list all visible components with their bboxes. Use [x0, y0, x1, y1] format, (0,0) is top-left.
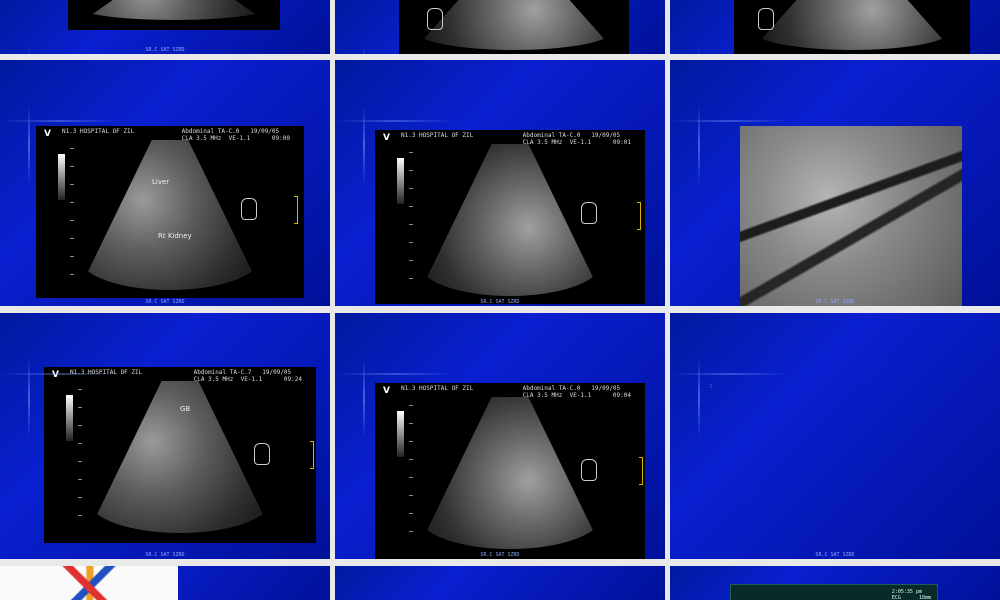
- ultrasound-image: [399, 0, 629, 54]
- kidney-label: Rt Kidney: [158, 232, 192, 240]
- focus-marker: [310, 441, 314, 469]
- scan-parameters: Abdominal TA-C.0 19/09/05 CLA 3.5 MHz VE…: [522, 385, 631, 399]
- slide-thumbnail[interactable]: 2:05:35 pm ECG 18mm: [670, 566, 1000, 600]
- ecg-readout: 2:05:35 pm ECG 18mm: [891, 589, 931, 600]
- ultrasound-image: [68, 0, 280, 30]
- slide-marker: ⁝: [710, 383, 712, 390]
- depth-scale: [409, 152, 413, 292]
- depth-scale: [409, 405, 413, 545]
- slide-thumbnail[interactable]: V N1.3 HOSPITAL OF ZIL Abdominal TA-C.0 …: [335, 60, 665, 306]
- ultrasound-fan: [418, 144, 602, 296]
- slide-caption: SR.C SAT SZRD: [815, 299, 855, 305]
- hospital-header: N1.3 HOSPITAL OF ZIL: [62, 128, 135, 135]
- slide-thumbnail-grid: SR.C SAT SZRD V N1.3 HOSPITAL OF ZIL Abd…: [0, 0, 1000, 600]
- body-marker-icon: [581, 459, 597, 481]
- anatomy-diagram: [0, 566, 178, 600]
- grayscale-bar: [397, 411, 404, 457]
- body-marker-icon: [581, 202, 597, 224]
- slide-caption: SR.C SAT SZRD: [815, 552, 855, 558]
- body-marker-icon: [254, 443, 270, 465]
- slide-caption: SR.C SAT SZRD: [145, 299, 185, 305]
- ultrasound-liver-image: [740, 126, 962, 306]
- focus-marker: [637, 202, 641, 230]
- ecg-screen: 2:05:35 pm ECG 18mm: [730, 584, 938, 600]
- depth-scale: [70, 148, 74, 288]
- hospital-header: N1.3 HOSPITAL OF ZIL: [401, 132, 474, 139]
- slide-caption: SR.C SAT SZRD: [145, 552, 185, 558]
- scan-parameters: Abdominal TA-C.0 19/09/05 CLA 3.5 MHz VE…: [522, 132, 631, 146]
- slide-caption: SR.C SAT SZRD: [480, 299, 520, 305]
- slide-thumbnail[interactable]: V N1.3 HOSPITAL OF ZIL Abdominal TA-C.0 …: [0, 60, 330, 306]
- v-mark: V: [44, 129, 51, 139]
- slide-thumbnail[interactable]: SR.C SAT SZRD: [670, 60, 1000, 306]
- slide-thumbnail[interactable]: [670, 0, 1000, 54]
- v-mark: V: [52, 370, 59, 380]
- depth-scale: [78, 389, 82, 529]
- body-marker-icon: [241, 198, 257, 220]
- slide-thumbnail[interactable]: [335, 566, 665, 600]
- v-mark: V: [383, 386, 390, 396]
- focus-marker: [294, 196, 298, 224]
- ultrasound-fan: [414, 0, 614, 50]
- slide-thumbnail[interactable]: SR.C SAT SZRD: [0, 0, 330, 54]
- hospital-header: N1.3 HOSPITAL OF ZIL: [70, 369, 143, 376]
- grayscale-bar: [397, 158, 404, 204]
- gallbladder-label: GB: [180, 405, 191, 413]
- ultrasound-image: V N1.3 HOSPITAL OF ZIL Abdominal TA-C.0 …: [36, 126, 304, 298]
- ultrasound-image: V N1.3 HOSPITAL OF ZIL Abdominal TA-C.7 …: [44, 367, 316, 543]
- ultrasound-fan: [752, 0, 952, 50]
- slide-thumbnail[interactable]: V N1.3 HOSPITAL OF ZIL Abdominal TA-C.7 …: [0, 313, 330, 559]
- blank-slide: [670, 313, 1000, 559]
- ultrasound-fan: [84, 0, 264, 20]
- liver-label: Liver: [152, 178, 170, 186]
- ultrasound-fan: [88, 381, 272, 533]
- ultrasound-fan: [418, 397, 602, 549]
- ultrasound-fan: [79, 140, 261, 290]
- ultrasound-image: V N1.3 HOSPITAL OF ZIL Abdominal TA-C.0 …: [375, 130, 645, 304]
- ultrasound-image: V N1.3 HOSPITAL OF ZIL Abdominal TA-C.0 …: [375, 383, 645, 559]
- body-marker-icon: [427, 8, 443, 30]
- grayscale-bar: [58, 154, 65, 200]
- slide-caption: SR.C SAT SZRD: [480, 552, 520, 558]
- slide-thumbnail[interactable]: [335, 0, 665, 54]
- slide-thumbnail[interactable]: V N1.3 HOSPITAL OF ZIL Abdominal TA-C.0 …: [335, 313, 665, 559]
- grayscale-bar: [66, 395, 73, 441]
- ultrasound-image: [734, 0, 970, 54]
- scan-parameters: Abdominal TA-C.7 19/09/05 CLA 3.5 MHz VE…: [193, 369, 302, 383]
- slide-thumbnail[interactable]: [0, 566, 330, 600]
- slide-thumbnail[interactable]: ⁝ SR.C SAT SZRD: [670, 313, 1000, 559]
- hospital-header: N1.3 HOSPITAL OF ZIL: [401, 385, 474, 392]
- v-mark: V: [383, 133, 390, 143]
- focus-marker: [639, 457, 643, 485]
- body-marker-icon: [758, 8, 774, 30]
- scan-parameters: Abdominal TA-C.0 19/09/05 CLA 3.5 MHz VE…: [181, 128, 290, 142]
- slide-caption: SR.C SAT SZRD: [145, 47, 185, 53]
